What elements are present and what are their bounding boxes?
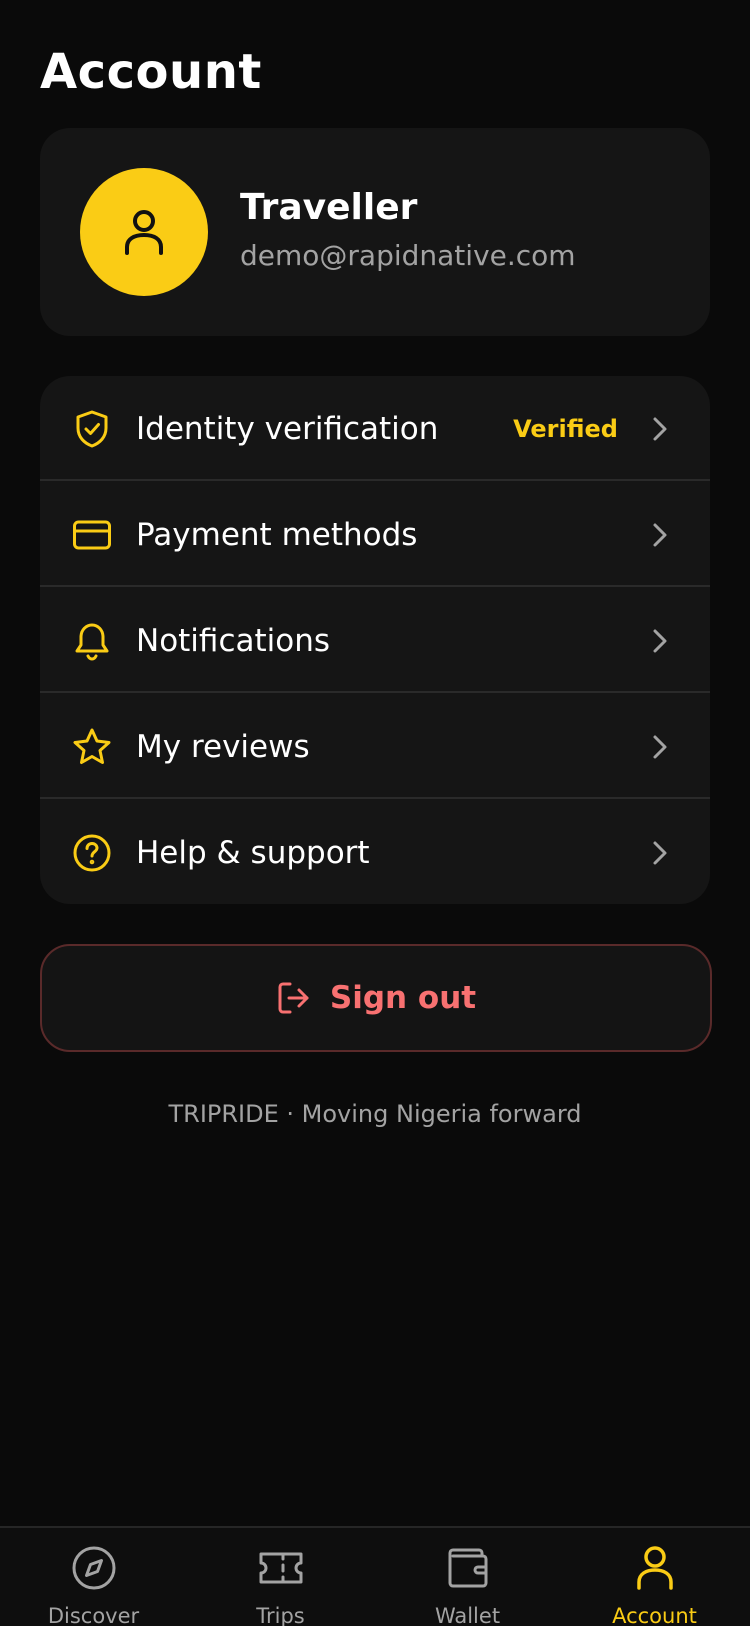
chevron-right-icon	[646, 415, 674, 443]
tab-label: Account	[612, 1604, 697, 1626]
menu-item-identity-verification[interactable]: Identity verification Verified	[40, 376, 710, 481]
tab-trips[interactable]: Trips	[187, 1528, 374, 1626]
user-icon	[631, 1544, 679, 1592]
verified-badge: Verified	[513, 414, 618, 443]
wallet-icon	[444, 1544, 492, 1592]
shield-check-icon	[70, 407, 114, 451]
settings-menu: Identity verification Verified Payment m…	[40, 376, 710, 904]
divider	[40, 585, 710, 587]
footer-tagline: TRIPRIDE · Moving Nigeria forward	[168, 1100, 582, 1128]
bottom-tab-bar: Discover Trips Wallet Account	[0, 1526, 750, 1626]
credit-card-icon	[70, 513, 114, 557]
star-icon	[70, 725, 114, 769]
chevron-right-icon	[646, 733, 674, 761]
menu-item-my-reviews[interactable]: My reviews	[40, 694, 710, 799]
chevron-right-icon	[646, 521, 674, 549]
chevron-right-icon	[646, 839, 674, 867]
menu-item-label: Notifications	[136, 622, 331, 659]
menu-item-notifications[interactable]: Notifications	[40, 588, 710, 693]
log-out-icon	[276, 980, 312, 1016]
help-circle-icon	[70, 831, 114, 875]
divider	[40, 479, 710, 481]
profile-name: Traveller	[240, 187, 418, 228]
chevron-right-icon	[646, 627, 674, 655]
avatar	[80, 168, 208, 296]
profile-email: demo@rapidnative.com	[240, 239, 576, 272]
menu-item-label: Help & support	[136, 834, 370, 871]
page-title: Account	[40, 44, 262, 100]
profile-card[interactable]: Traveller demo@rapidnative.com	[40, 128, 710, 336]
menu-item-label: My reviews	[136, 728, 310, 765]
tab-label: Discover	[47, 1604, 140, 1626]
sign-out-button[interactable]: Sign out	[40, 944, 712, 1052]
ticket-icon	[257, 1544, 305, 1592]
tab-label: Wallet	[434, 1604, 501, 1626]
menu-item-payment-methods[interactable]: Payment methods	[40, 482, 710, 587]
divider	[40, 691, 710, 693]
menu-item-help-support[interactable]: Help & support	[40, 800, 710, 904]
menu-item-label: Identity verification	[136, 410, 439, 447]
menu-item-label: Payment methods	[136, 516, 418, 553]
bell-icon	[70, 619, 114, 663]
user-icon	[125, 210, 163, 255]
tab-label: Trips	[256, 1604, 305, 1626]
sign-out-label: Sign out	[329, 980, 477, 1016]
divider	[40, 797, 710, 799]
tab-wallet[interactable]: Wallet	[374, 1528, 561, 1626]
tab-account[interactable]: Account	[561, 1528, 748, 1626]
compass-icon	[70, 1544, 118, 1592]
tab-discover[interactable]: Discover	[0, 1528, 187, 1626]
